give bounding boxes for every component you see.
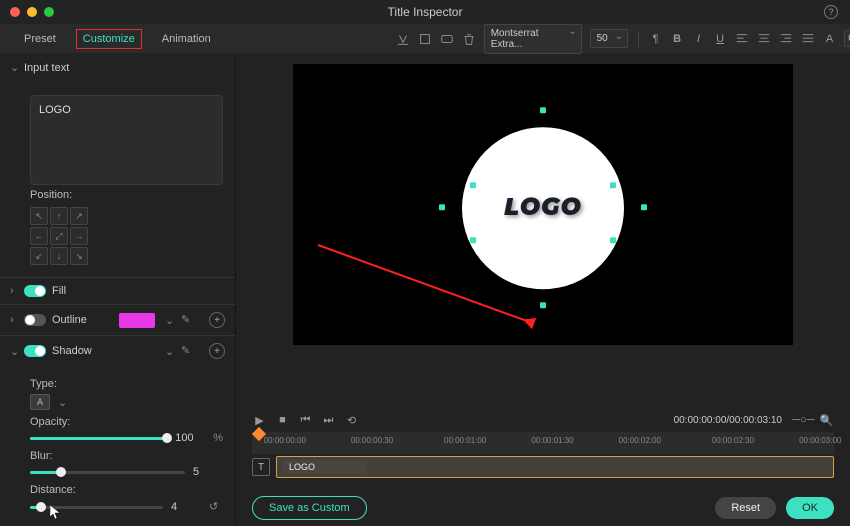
pos-bottom-right[interactable]: ↘: [70, 247, 88, 265]
opacity-unit: %: [213, 432, 223, 444]
font-select[interactable]: Montserrat Extra...: [484, 24, 582, 54]
input-text-area[interactable]: LOGO: [30, 95, 223, 185]
timeline-ruler[interactable]: 00:00:00:00 00:00:00:30 00:00:01:00 00:0…: [252, 432, 834, 454]
chevron-down-icon[interactable]: ⌄: [165, 345, 175, 358]
chevron-down-icon[interactable]: ⌄: [58, 396, 68, 409]
chevron-down-icon: ⌄: [10, 61, 18, 74]
distance-slider[interactable]: [30, 506, 163, 509]
zoom-slider-icon[interactable]: ─○─: [796, 413, 811, 428]
white-circle-shape[interactable]: LOGO: [462, 127, 624, 289]
save-as-custom-button[interactable]: Save as Custom: [252, 496, 367, 520]
chevron-right-icon: ›: [10, 285, 18, 297]
underline-button[interactable]: U: [713, 31, 726, 46]
ok-button[interactable]: OK: [786, 497, 834, 519]
pos-top[interactable]: ↑: [50, 207, 68, 225]
outline-color-swatch[interactable]: [119, 313, 155, 328]
stop-button[interactable]: ■: [275, 413, 290, 428]
ruler-tick: 00:00:02:30: [712, 436, 754, 445]
distance-value: 4: [171, 501, 201, 513]
opacity-slider[interactable]: [30, 437, 167, 440]
eyedropper-icon[interactable]: ✎: [181, 344, 195, 358]
align-center-icon[interactable]: [757, 31, 771, 46]
add-shadow-button[interactable]: +: [209, 343, 225, 359]
shadow-toggle[interactable]: [24, 345, 46, 357]
maximize-window[interactable]: [44, 7, 54, 17]
timeline-clip[interactable]: LOGO: [276, 456, 834, 478]
opacity-label: Opacity:: [30, 416, 223, 428]
window-title: Title Inspector: [388, 5, 463, 19]
blur-slider[interactable]: [30, 471, 185, 474]
blur-label: Blur:: [30, 450, 223, 462]
text-color-icon[interactable]: A: [823, 31, 836, 46]
reset-button[interactable]: Reset: [715, 497, 776, 519]
transport-bar: ▶ ■ ⏮ ⏭ ⟲ 00:00:00:00/00:00:03:10 ─○─ 🔍: [236, 408, 850, 432]
add-outline-button[interactable]: +: [209, 312, 225, 328]
zoom-fit-icon[interactable]: 🔍: [819, 413, 834, 428]
font-size-input[interactable]: 50: [590, 29, 628, 48]
tab-animation[interactable]: Animation: [156, 30, 217, 48]
clip-label: LOGO: [289, 462, 315, 472]
ruler-tick: 00:00:01:00: [444, 436, 486, 445]
input-text-panel[interactable]: ⌄ Input text: [0, 54, 235, 81]
fill-panel[interactable]: › Fill: [0, 278, 235, 304]
opacity-value: 100: [175, 432, 205, 444]
input-text-value: LOGO: [39, 104, 71, 116]
shadow-panel[interactable]: ⌄ Shadow ⌄ ✎ +: [0, 336, 235, 366]
align-justify-icon[interactable]: [801, 31, 815, 46]
paragraph-icon[interactable]: ¶: [649, 31, 662, 46]
chevron-down-icon: ⌄: [10, 345, 18, 358]
pos-bottom[interactable]: ↓: [50, 247, 68, 265]
tracking-input[interactable]: 0.0: [844, 30, 850, 47]
position-grid: ↖ ↑ ↗ ← ⤢ → ↙ ↓ ↘: [30, 207, 223, 265]
shadow-color-swatch[interactable]: [119, 344, 155, 359]
crop-icon[interactable]: [418, 31, 432, 46]
fill-toggle[interactable]: [24, 285, 46, 297]
align-left-icon[interactable]: [735, 31, 749, 46]
type-label: Type:: [30, 378, 223, 390]
bold-button[interactable]: B: [670, 31, 683, 46]
delete-icon[interactable]: [462, 31, 476, 46]
reset-icon[interactable]: ↺: [209, 500, 223, 514]
eyedropper-icon[interactable]: ✎: [181, 313, 195, 327]
chevron-down-icon[interactable]: ⌄: [165, 314, 175, 327]
preview-canvas[interactable]: LOGO: [293, 64, 793, 345]
pos-top-left[interactable]: ↖: [30, 207, 48, 225]
chevron-right-icon: ›: [10, 314, 18, 326]
ruler-tick: 00:00:01:30: [531, 436, 573, 445]
outline-panel[interactable]: › Outline ⌄ ✎ +: [0, 305, 235, 335]
pos-right[interactable]: →: [70, 227, 88, 245]
loop-button[interactable]: ⟲: [344, 413, 359, 428]
prev-frame-button[interactable]: ⏮: [298, 413, 313, 428]
help-icon[interactable]: ?: [824, 5, 838, 19]
text-track-icon[interactable]: T: [252, 458, 270, 476]
ruler-tick: 00:00:00:30: [351, 436, 393, 445]
align-right-icon[interactable]: [779, 31, 793, 46]
minimize-window[interactable]: [27, 7, 37, 17]
ruler-tick: 00:00:02:00: [619, 436, 661, 445]
blur-value: 5: [193, 466, 223, 478]
next-frame-button[interactable]: ⏭: [321, 413, 336, 428]
outline-toggle[interactable]: [24, 314, 46, 326]
shadow-type-select[interactable]: A: [30, 394, 50, 410]
logo-text[interactable]: LOGO: [504, 193, 582, 222]
tab-preset[interactable]: Preset: [18, 30, 62, 48]
timecode-display: 00:00:00:00/00:00:03:10: [674, 415, 782, 426]
mask-icon[interactable]: [440, 31, 454, 46]
italic-button[interactable]: I: [692, 31, 705, 46]
ruler-tick: 00:00:03:00: [799, 436, 841, 445]
close-window[interactable]: [10, 7, 20, 17]
ruler-tick: 00:00:00:00: [264, 436, 306, 445]
play-button[interactable]: ▶: [252, 413, 267, 428]
pos-center[interactable]: ⤢: [50, 227, 68, 245]
transform-icon[interactable]: [396, 31, 410, 46]
tab-customize[interactable]: Customize: [76, 29, 142, 49]
pos-left[interactable]: ←: [30, 227, 48, 245]
pos-bottom-left[interactable]: ↙: [30, 247, 48, 265]
distance-label: Distance:: [30, 484, 223, 496]
titlebar: Title Inspector ?: [0, 0, 850, 24]
position-label: Position:: [30, 189, 223, 201]
pos-top-right[interactable]: ↗: [70, 207, 88, 225]
